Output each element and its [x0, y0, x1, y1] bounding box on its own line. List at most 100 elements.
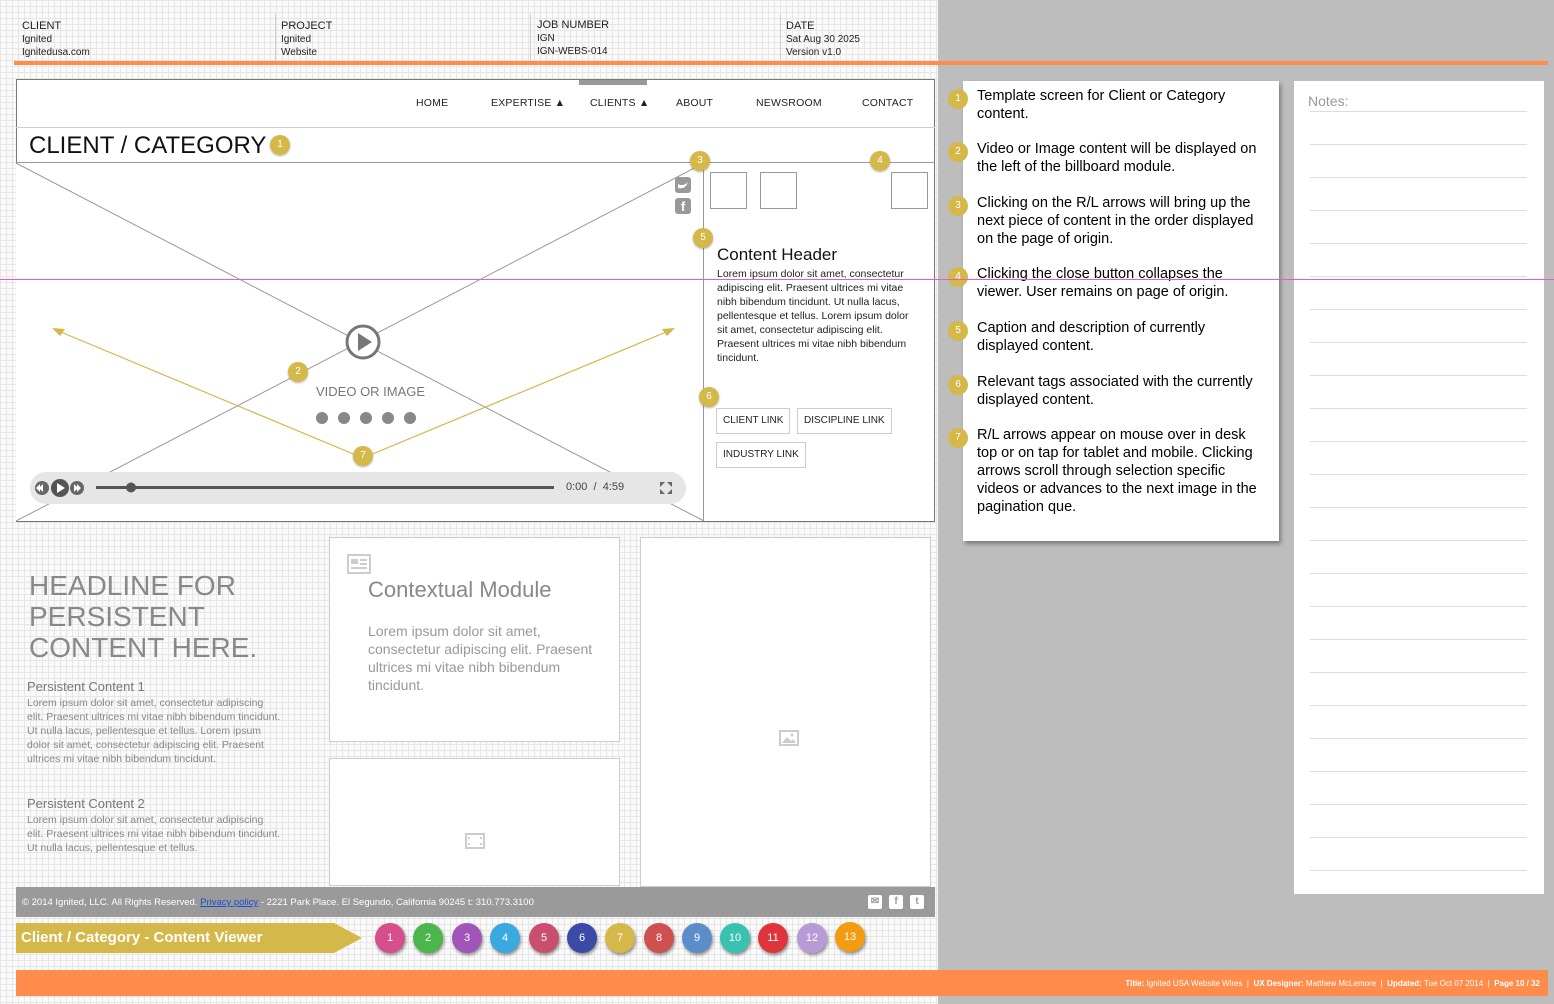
persistent-headline: HEADLINE FOR PERSISTENT CONTENT HERE.	[29, 570, 258, 663]
page-circle-11[interactable]: 11	[758, 923, 788, 953]
left-arrow-icon[interactable]	[59, 333, 72, 346]
industry-link-tag[interactable]: INDUSTRY LINK	[716, 442, 806, 468]
marker-2: 2	[288, 362, 308, 382]
time-separator: /	[593, 481, 597, 493]
content-body: Lorem ipsum dolor sit amet, consectetur …	[717, 268, 909, 364]
notes-rule	[1310, 573, 1527, 574]
notes-card	[1294, 81, 1544, 894]
facebook-icon[interactable]: f	[889, 895, 903, 909]
date-label: DATE	[786, 20, 815, 32]
project-label: PROJECT	[281, 20, 333, 32]
annotation-text-2: Video or Image content will be displayed…	[977, 141, 1257, 175]
project-meta: PROJECT Ignited Website	[281, 20, 332, 59]
right-arrow-icon[interactable]	[660, 324, 673, 337]
copyright-text: © 2014 Ignited, LLC. All Rights Reserved…	[22, 897, 198, 908]
email-icon[interactable]: ✉	[868, 895, 882, 909]
annotation-marker-4: 4	[948, 267, 968, 287]
page-circle-4[interactable]: 4	[490, 923, 520, 953]
facebook-icon[interactable]	[675, 198, 691, 214]
persistent-content-1-body: Lorem ipsum dolor sit amet, consectetur …	[27, 697, 281, 765]
divider	[780, 14, 781, 62]
notes-rule	[1310, 705, 1527, 706]
page-circle-2[interactable]: 2	[413, 923, 443, 953]
nav-contact[interactable]: CONTACT	[862, 97, 913, 109]
notes-rule	[1310, 804, 1527, 805]
page-circle-13[interactable]: 13	[835, 922, 865, 952]
notes-rule	[1310, 309, 1527, 310]
marker-1: 1	[270, 135, 290, 155]
notes-rule	[1310, 342, 1527, 343]
page-circle-3[interactable]: 3	[452, 923, 482, 953]
page-circle-1[interactable]: 1	[375, 923, 405, 953]
page-circle-10[interactable]: 10	[720, 923, 750, 953]
notes-rule	[1310, 738, 1527, 739]
twitter-icon[interactable]: t	[910, 895, 924, 909]
divider	[275, 14, 276, 62]
nav-expertise[interactable]: EXPERTISE ▲	[491, 97, 565, 109]
marker-5: 5	[693, 228, 713, 248]
film-icon	[465, 833, 485, 849]
discipline-link-tag[interactable]: DISCIPLINE LINK	[797, 408, 892, 434]
active-nav-indicator	[579, 80, 647, 85]
notes-rule	[1310, 870, 1527, 871]
rewind-button[interactable]	[34, 480, 50, 496]
version-value: Version v1.0	[786, 47, 842, 58]
annotation-marker-6: 6	[948, 375, 968, 395]
page-circle-9[interactable]: 9	[682, 923, 712, 953]
notes-rule	[1310, 507, 1527, 508]
progress-scrubber[interactable]	[96, 484, 554, 492]
annotation-marker-1: 1	[948, 89, 968, 109]
play-icon[interactable]	[345, 326, 381, 362]
page-circle-7[interactable]: 7	[605, 923, 635, 953]
updated-value: Tue Oct 07 2014	[1423, 979, 1484, 988]
privacy-policy-link[interactable]: Privacy policy	[200, 897, 258, 908]
fullscreen-icon[interactable]	[658, 480, 674, 496]
notes-rule	[1310, 540, 1527, 541]
close-button[interactable]	[891, 172, 928, 209]
notes-rule	[1310, 672, 1527, 673]
notes-rule	[1310, 837, 1527, 838]
designer-label: UX Designer:	[1253, 979, 1304, 988]
annotation-marker-5: 5	[948, 321, 968, 341]
notes-rule	[1310, 474, 1527, 475]
separator: |	[1487, 979, 1490, 988]
title-value: Ignited USA Website Wires	[1146, 979, 1243, 988]
marker-3: 3	[690, 151, 710, 171]
annotation-text-3: Clicking on the R/L arrows will bring up…	[977, 195, 1254, 247]
annotation-text-5: Caption and description of currently dis…	[977, 320, 1206, 354]
persistent-content-1-title: Persistent Content 1	[27, 679, 145, 694]
nav-newsroom[interactable]: NEWSROOM	[756, 97, 822, 109]
nav-about[interactable]: ABOUT	[676, 97, 713, 109]
thumbnail-next[interactable]	[760, 172, 797, 209]
client-url: Ignitedusa.com	[22, 47, 90, 58]
notes-rule	[1310, 408, 1527, 409]
marker-6: 6	[699, 387, 719, 407]
page-circle-5[interactable]: 5	[529, 923, 559, 953]
page-circle-8[interactable]: 8	[644, 923, 674, 953]
page-title: CLIENT / CATEGORY	[29, 132, 267, 159]
notes-rule	[1310, 441, 1527, 442]
date-value: Sat Aug 30 2025	[786, 34, 860, 45]
notes-rule	[1310, 606, 1527, 607]
page-circle-12[interactable]: 12	[797, 923, 827, 953]
document-footer: Title: Ignited USA Website Wires | UX De…	[0, 979, 1540, 988]
nav-clients[interactable]: CLIENTS ▲	[590, 97, 649, 109]
news-icon	[347, 554, 371, 574]
twitter-icon[interactable]	[675, 177, 691, 193]
video-module	[329, 758, 620, 886]
marker-4: 4	[870, 151, 890, 171]
client-link-tag[interactable]: CLIENT LINK	[716, 408, 791, 434]
contextual-module-title: Contextual Module	[368, 577, 552, 602]
fast-forward-button[interactable]	[70, 480, 86, 496]
annotation-marker-2: 2	[948, 142, 968, 162]
page-circle-6[interactable]: 6	[567, 923, 597, 953]
date-meta: DATE Sat Aug 30 2025 Version v1.0	[786, 20, 860, 59]
image-icon	[779, 730, 799, 746]
time-total: 4:59	[602, 481, 625, 493]
persistent-content-2-body: Lorem ipsum dolor sit amet, consectetur …	[27, 814, 281, 854]
thumbnail-prev[interactable]	[710, 172, 747, 209]
footer-text: © 2014 Ignited, LLC. All Rights Reserved…	[22, 897, 534, 908]
nav-home[interactable]: HOME	[416, 97, 448, 109]
divider	[530, 14, 531, 62]
play-button[interactable]	[51, 479, 69, 497]
